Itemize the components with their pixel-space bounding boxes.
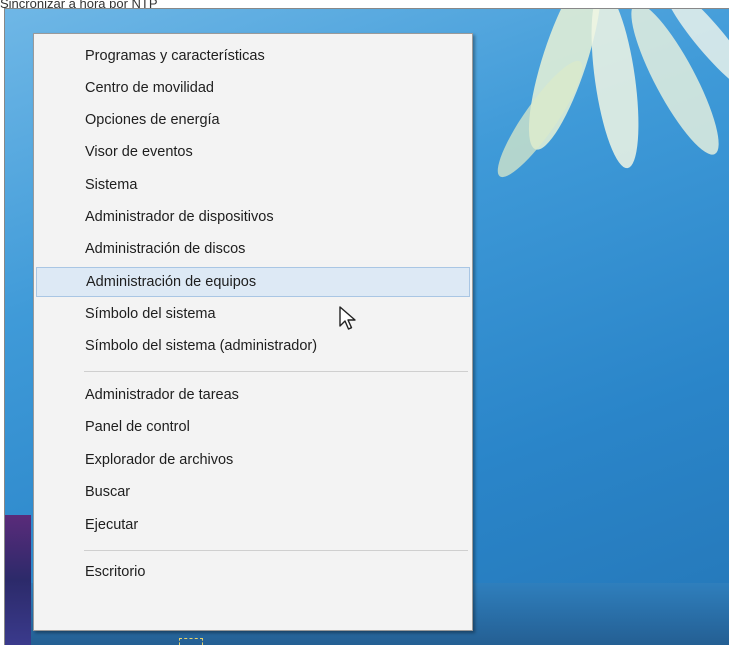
menu-separator	[84, 550, 468, 551]
power-user-context-menu: Programas y características Centro de mo…	[33, 33, 473, 631]
menu-item-ejecutar[interactable]: Ejecutar	[36, 510, 470, 540]
menu-item-sistema[interactable]: Sistema	[36, 170, 470, 200]
menu-separator	[84, 371, 468, 372]
start-screen-edge[interactable]	[5, 515, 31, 645]
menu-item-programas-y-caracteristicas[interactable]: Programas y características	[36, 41, 470, 71]
menu-item-escritorio[interactable]: Escritorio	[36, 557, 470, 587]
menu-item-administrador-de-tareas[interactable]: Administrador de tareas	[36, 380, 470, 410]
menu-item-visor-de-eventos[interactable]: Visor de eventos	[36, 137, 470, 167]
flower-petals-image	[497, 9, 729, 178]
menu-item-administracion-de-equipos[interactable]: Administración de equipos	[36, 267, 470, 297]
menu-item-panel-de-control[interactable]: Panel de control	[36, 412, 470, 442]
menu-item-simbolo-del-sistema-administrador[interactable]: Símbolo del sistema (administrador)	[36, 331, 470, 361]
menu-item-opciones-de-energia[interactable]: Opciones de energía	[36, 105, 470, 135]
menu-item-simbolo-del-sistema[interactable]: Símbolo del sistema	[36, 299, 470, 329]
menu-item-buscar[interactable]: Buscar	[36, 477, 470, 507]
mouse-pointer-icon	[339, 306, 356, 330]
menu-item-explorador-de-archivos[interactable]: Explorador de archivos	[36, 445, 470, 475]
menu-item-centro-de-movilidad[interactable]: Centro de movilidad	[36, 73, 470, 103]
menu-item-administracion-de-discos[interactable]: Administración de discos	[36, 234, 470, 264]
menu-item-administrador-de-dispositivos[interactable]: Administrador de dispositivos	[36, 202, 470, 232]
